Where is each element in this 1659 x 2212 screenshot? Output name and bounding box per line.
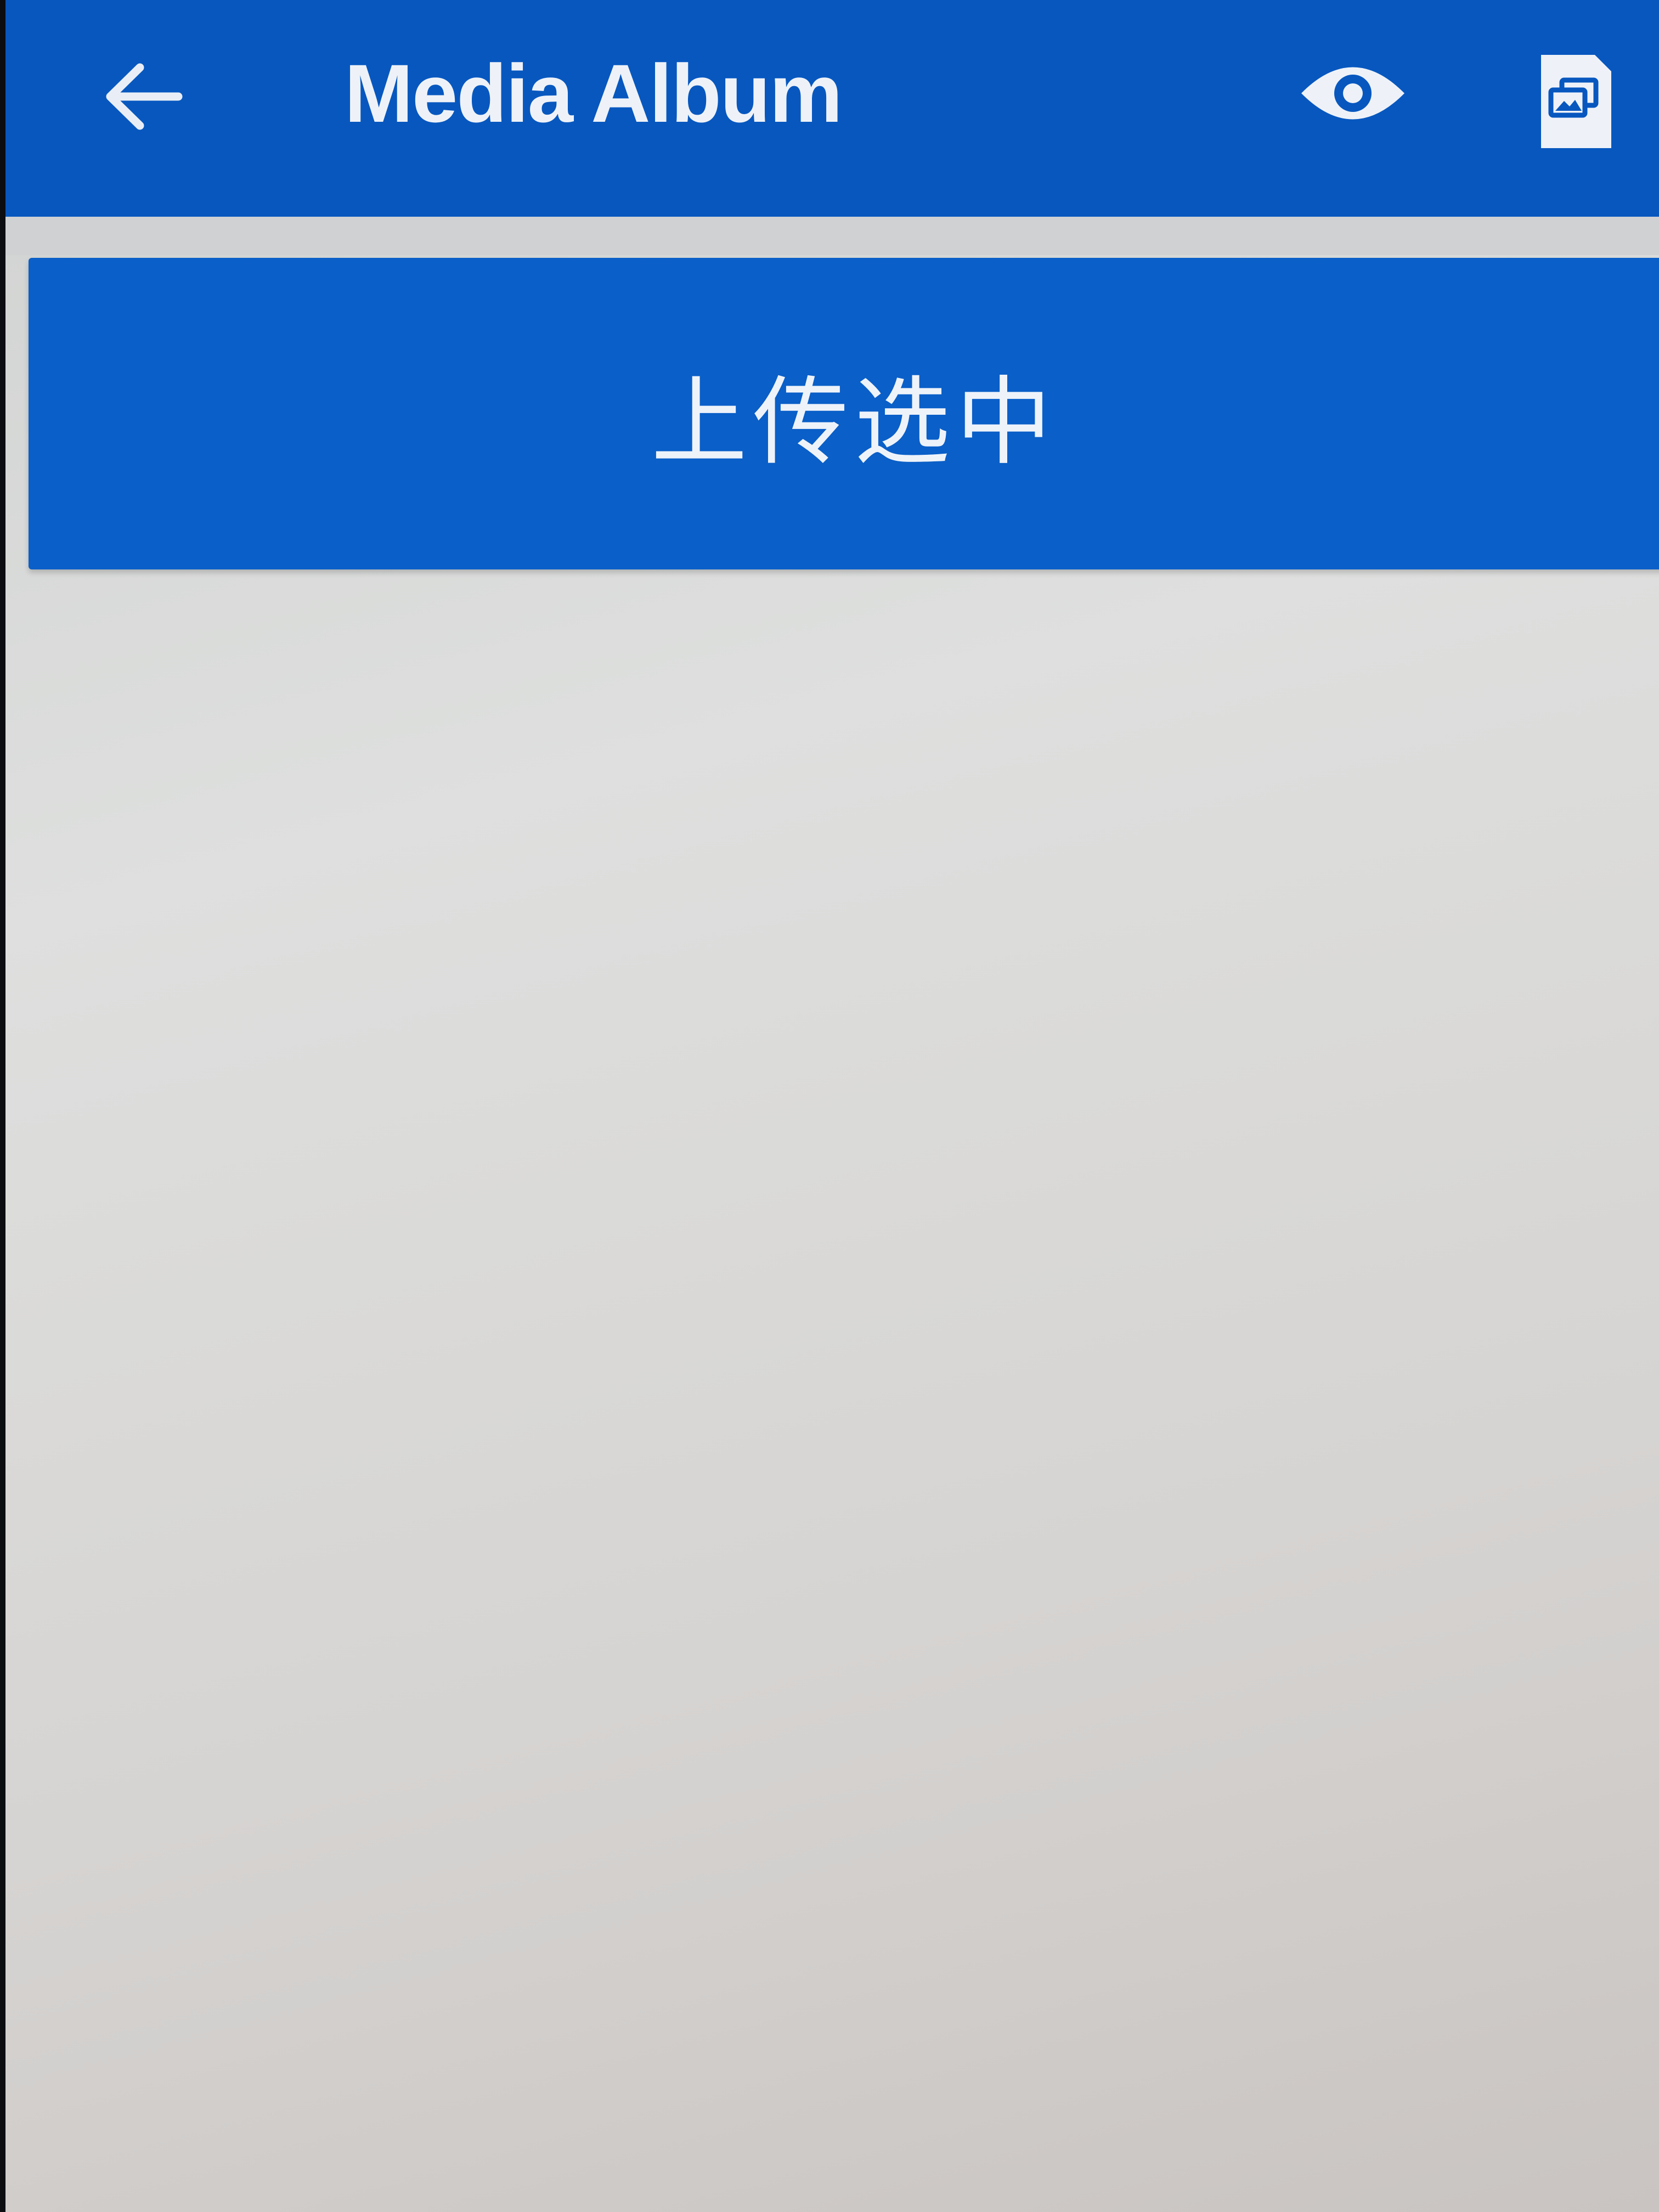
divider: [5, 217, 1659, 255]
gallery-button[interactable]: [1525, 38, 1624, 159]
preview-button[interactable]: [1293, 44, 1413, 143]
back-button[interactable]: [93, 47, 192, 146]
app-bar: Media Album: [5, 0, 1659, 217]
page-title: Media Album: [345, 47, 843, 139]
upload-selected-label: 上传选中: [651, 366, 1057, 478]
eye-icon: [1301, 67, 1404, 120]
media-grid-empty: [5, 571, 1659, 2212]
device-screen: Media Album 上传选中: [5, 0, 1659, 2212]
upload-selected-button[interactable]: 上传选中: [29, 258, 1659, 569]
photo-library-icon: [1541, 55, 1611, 148]
arrow-left-icon: [106, 63, 183, 130]
